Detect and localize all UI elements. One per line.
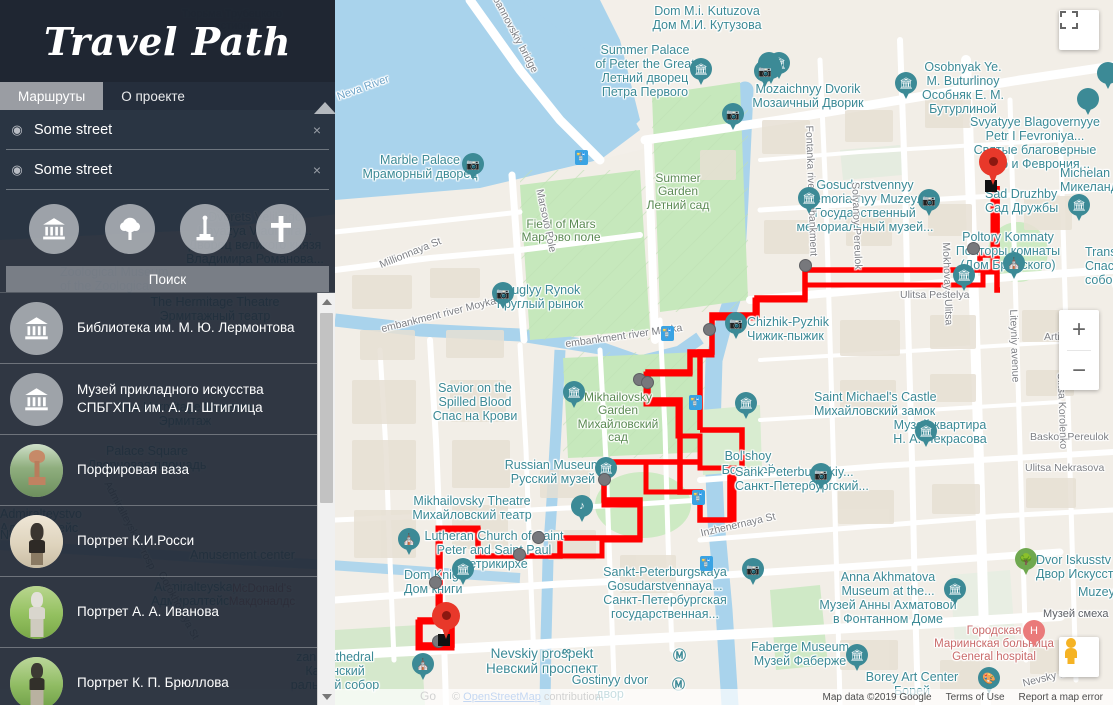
tab-about[interactable]: О проекте	[103, 82, 203, 110]
search-button[interactable]: Поиск	[6, 266, 329, 292]
route-pin-dot	[988, 157, 998, 166]
result-item[interactable]: Порфировая ваза	[0, 435, 317, 506]
destination-dot-icon: ◉	[11, 161, 23, 177]
route-waypoint-5[interactable]	[598, 473, 611, 486]
route-pin-dot	[441, 611, 451, 620]
route-pin-tail	[440, 623, 452, 639]
search-results: Библиотека им. М. Ю. Лермонтова Музей при…	[0, 292, 335, 705]
result-item[interactable]: Портрет К.И.Росси	[0, 506, 317, 577]
search-results-list: Библиотека им. М. Ю. Лермонтова Музей при…	[0, 293, 317, 705]
result-thumbnail	[10, 301, 63, 355]
street-view-pegman-icon	[1065, 638, 1077, 664]
route-pin-tail	[987, 169, 999, 185]
result-item[interactable]: Портрет К. П. Брюллова	[0, 648, 317, 705]
app-header: Travel Path	[0, 0, 335, 82]
route-waypoint-0[interactable]	[799, 259, 812, 272]
result-item-label: Музей прикладного искусства СПБГХПА им. …	[77, 382, 264, 415]
result-item-label: Портрет К. П. Брюллова	[77, 675, 229, 691]
sidebar: Travel Path Маршруты О проекте ◉ Some st…	[0, 0, 336, 705]
category-monument-button[interactable]	[180, 204, 231, 254]
app-title: Travel Path	[44, 18, 291, 64]
sidebar-collapse-handle[interactable]	[314, 102, 336, 114]
result-item[interactable]: Библиотека им. М. Ю. Лермонтова	[0, 293, 317, 364]
fullscreen-icon	[1060, 11, 1078, 29]
route-inputs: ◉ Some street × ◉ Some street ×	[0, 110, 335, 190]
result-item-label: Библиотека им. М. Ю. Лермонтова	[77, 320, 295, 336]
result-item-label: Портрет А. А. Иванова	[77, 604, 219, 620]
scrollbar-down-button[interactable]	[318, 688, 335, 705]
zoom-out-button[interactable]: −	[1059, 351, 1099, 391]
arrow-down-icon	[321, 693, 332, 700]
category-church-button[interactable]	[256, 204, 307, 254]
tree-icon	[119, 217, 140, 240]
scrollbar-thumb[interactable]	[320, 313, 333, 503]
route-destination-input[interactable]: Some street	[28, 162, 305, 178]
map-data-credit: Map data ©2019 Google	[822, 691, 932, 703]
result-item[interactable]: Портрет А. А. Иванова	[0, 577, 317, 648]
route-waypoint-2[interactable]	[703, 323, 716, 336]
result-thumbnail	[10, 514, 63, 568]
route-marker-pin-0[interactable]	[979, 148, 1007, 186]
result-thumbnail	[10, 443, 63, 497]
results-scrollbar[interactable]	[317, 293, 335, 705]
result-thumbnail	[10, 656, 63, 705]
result-thumbnail	[10, 585, 63, 639]
category-filters	[0, 190, 335, 266]
category-park-button[interactable]	[104, 204, 155, 254]
arrow-up-icon	[321, 298, 332, 305]
origin-dot-icon: ◉	[11, 121, 23, 137]
fullscreen-button[interactable]	[1059, 10, 1099, 50]
route-waypoint-1[interactable]	[967, 242, 980, 255]
thumbnail-photo	[10, 656, 63, 705]
route-waypoint-7[interactable]	[513, 548, 526, 561]
museum-icon	[25, 387, 48, 410]
category-museum-button[interactable]	[28, 204, 79, 254]
result-thumbnail	[10, 372, 63, 426]
zoom-control[interactable]: + −	[1059, 310, 1099, 390]
route-destination-row[interactable]: ◉ Some street ×	[6, 150, 329, 190]
museum-icon	[43, 218, 65, 240]
route-waypoint-6[interactable]	[532, 531, 545, 544]
terms-of-use-link[interactable]: Terms of Use	[946, 692, 1005, 703]
thumbnail-photo	[10, 585, 63, 639]
result-item[interactable]: Музей прикладного искусства СПБГХПА им. …	[0, 364, 317, 435]
result-item-label: Порфировая ваза	[77, 462, 190, 478]
museum-icon	[25, 316, 48, 339]
scrollbar-up-button[interactable]	[318, 293, 335, 310]
route-origin-input[interactable]: Some street	[28, 122, 305, 138]
result-item-label: Портрет К.И.Росси	[77, 533, 195, 549]
monument-icon	[196, 215, 214, 241]
thumbnail-photo	[10, 443, 63, 497]
report-map-error-link[interactable]: Report a map error	[1019, 692, 1103, 703]
tab-bar: Маршруты О проекте	[0, 82, 335, 110]
zoom-in-button[interactable]: +	[1059, 310, 1099, 350]
thumbnail-photo	[10, 514, 63, 568]
route-waypoint-4[interactable]	[641, 376, 654, 389]
street-view-pegman-button[interactable]	[1059, 637, 1099, 677]
route-marker-pin-1[interactable]	[432, 602, 460, 640]
cross-icon	[271, 216, 292, 242]
route-waypoint-8[interactable]	[429, 576, 442, 589]
route-origin-row[interactable]: ◉ Some street ×	[6, 110, 329, 150]
tab-routes[interactable]: Маршруты	[0, 82, 104, 110]
route-destination-clear-button[interactable]: ×	[305, 162, 329, 178]
route-origin-clear-button[interactable]: ×	[305, 122, 329, 138]
